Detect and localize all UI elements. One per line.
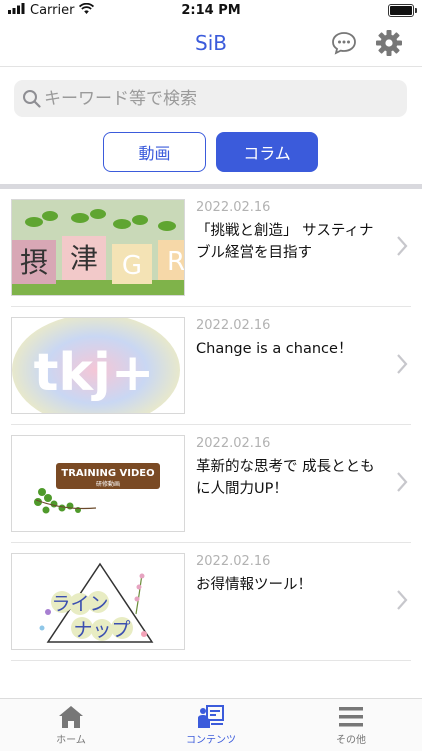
thumb-char-4: R [167, 247, 185, 277]
thumb-sign-sub: 研修動画 [96, 480, 120, 488]
thumb-char-1: 摂 [20, 246, 48, 279]
gear-icon[interactable] [375, 29, 403, 57]
chevron-right-icon [396, 235, 408, 257]
tab-other[interactable]: その他 [301, 703, 401, 746]
chevron-right-icon [396, 589, 408, 611]
tab-contents[interactable]: コンテンツ [161, 703, 261, 746]
thumb-char-3: G [122, 251, 142, 281]
thumbnail-image: ライン ナップ [11, 553, 185, 650]
contents-icon [161, 703, 261, 731]
search-input[interactable] [44, 80, 394, 117]
article-title: 革新的な思考で 成長とともに人間力UP！ [196, 459, 375, 497]
article-title: Change is a chance！ [196, 341, 353, 357]
article-title: お得情報ツール！ [196, 577, 312, 593]
column-tab-button[interactable]: コラム [216, 132, 318, 172]
menu-icon [301, 703, 401, 731]
tab-contents-label: コンテンツ [186, 735, 236, 746]
search-icon [22, 89, 41, 108]
tab-home-label: ホーム [56, 735, 86, 746]
chevron-right-icon [396, 471, 408, 493]
thumbnail-image: TRAINING VIDEO 研修動画 [11, 435, 185, 532]
thumb-sign-title: TRAINING VIDEO [61, 468, 154, 479]
chevron-right-icon [396, 353, 408, 375]
article-date: 2022.02.16 [196, 554, 271, 569]
tab-home[interactable]: ホーム [21, 703, 121, 746]
status-bar: Carrier 2:14 PM [0, 0, 422, 22]
list-item[interactable]: tkj+ 2022.02.16 Change is a chance！ [0, 307, 422, 425]
video-tab-button[interactable]: 動画 [103, 132, 206, 172]
thumbnail-image: 摂 津 G R [11, 199, 185, 296]
thumb-char-2: 津 [70, 242, 98, 275]
article-list: 摂 津 G R 2022.02.16 「挑戦と創造」 サスティナブル経営を目指す [0, 189, 422, 661]
home-icon [21, 703, 121, 731]
navigation-bar: SiB [0, 22, 422, 67]
thumbnail-image: tkj+ [11, 317, 185, 414]
chat-icon[interactable] [331, 30, 357, 56]
article-date: 2022.02.16 [196, 436, 271, 451]
search-bar[interactable] [14, 80, 407, 117]
article-date: 2022.02.16 [196, 318, 271, 333]
tab-other-label: その他 [336, 735, 366, 746]
battery-icon [388, 4, 417, 17]
list-item[interactable]: 摂 津 G R 2022.02.16 「挑戦と創造」 サスティナブル経営を目指す [0, 189, 422, 307]
thumb-text-2: ナップ [73, 619, 130, 641]
status-time: 2:14 PM [181, 3, 241, 18]
article-date: 2022.02.16 [196, 200, 271, 215]
thumb-text-1: ライン [51, 593, 108, 615]
page-title: SiB [195, 31, 227, 55]
thumb-logo-text: tkj+ [34, 343, 155, 403]
list-item[interactable]: TRAINING VIDEO 研修動画 2022.02.16 革新的な思考で 成… [0, 425, 422, 543]
tab-bar: ホーム コンテンツ その他 [0, 698, 422, 751]
list-item[interactable]: ライン ナップ 2022.02.16 お得情報ツール！ [0, 543, 422, 661]
article-title: 「挑戦と創造」 サスティナブル経営を目指す [196, 223, 374, 261]
